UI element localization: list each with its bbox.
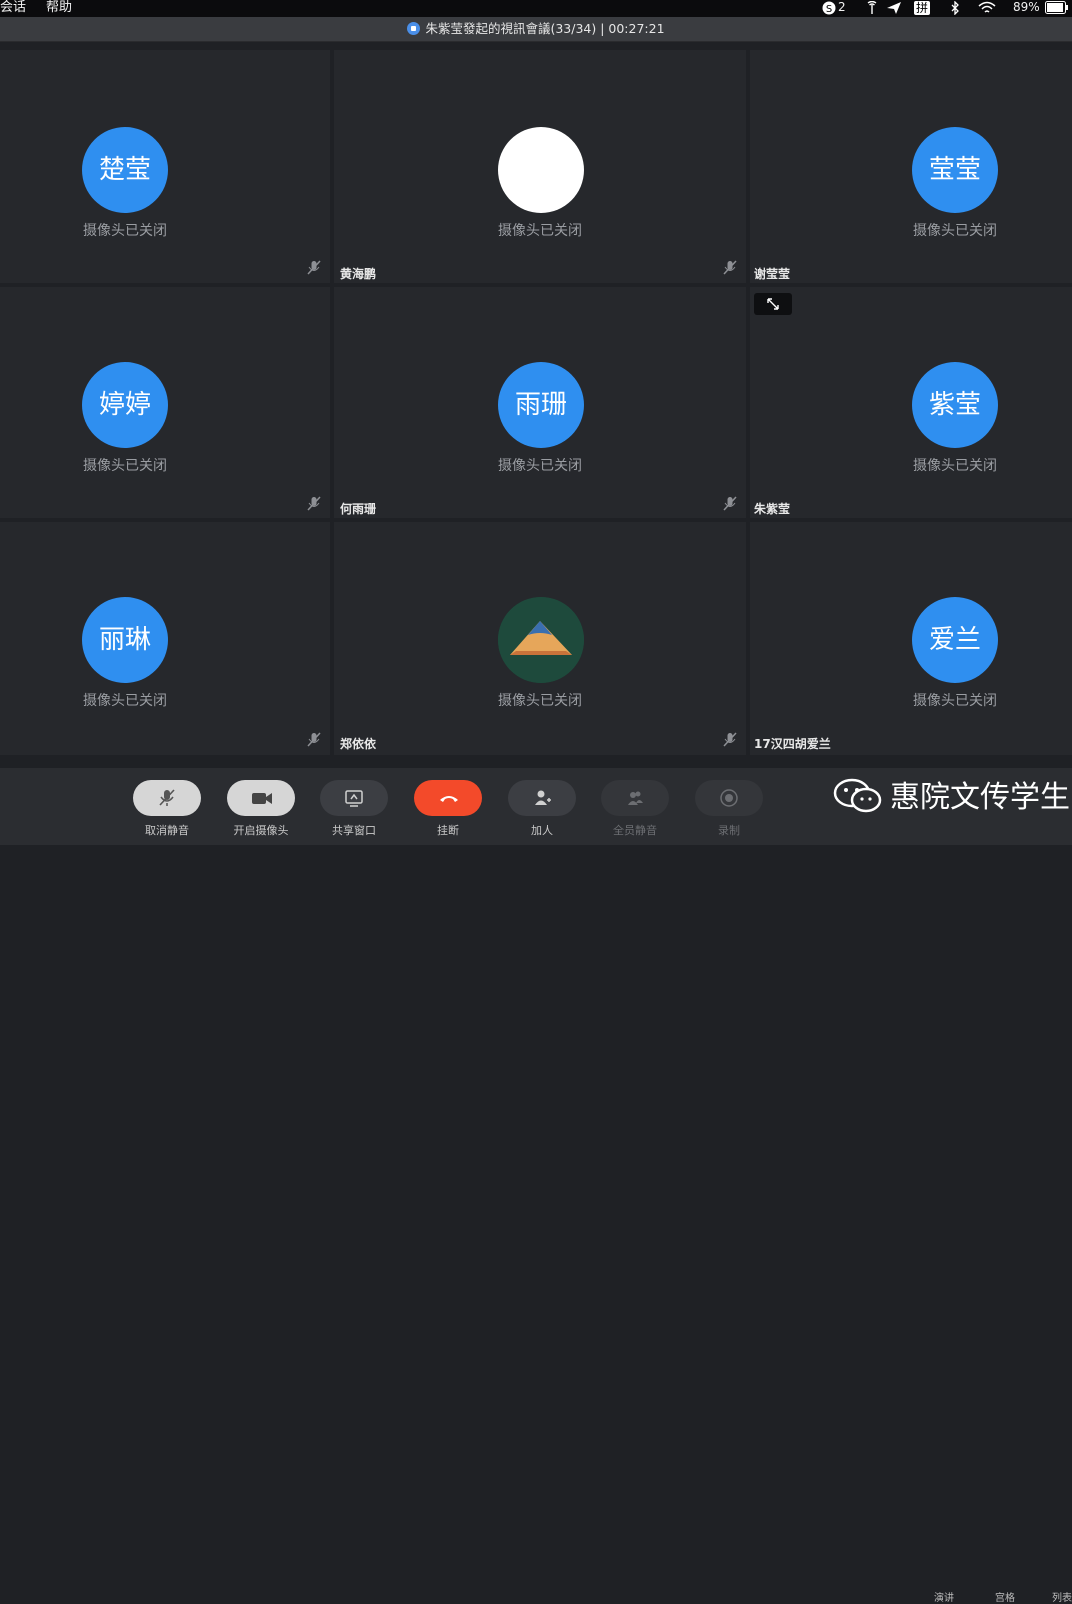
participant-tile[interactable]: 丽琳 摄像头已关闭	[0, 522, 330, 755]
participant-name: 谢莹莹	[754, 267, 791, 281]
menu-bar: 会话 帮助 S 2 拼 89%	[0, 0, 1072, 17]
camera-off-label: 摄像头已关闭	[83, 693, 167, 709]
wifi-icon[interactable]	[978, 1, 996, 15]
mic-muted-icon	[723, 732, 737, 747]
hang-up-label: 挂断	[437, 824, 459, 837]
avatar: 紫莹	[912, 362, 998, 448]
mic-muted-icon	[723, 260, 737, 275]
expand-button[interactable]	[754, 293, 792, 315]
camera-off-label: 摄像头已关闭	[913, 458, 997, 474]
mic-muted-icon	[723, 496, 737, 511]
window-title: 朱紫莹發起的視訊會議(33/34) | 00:27:21	[425, 21, 665, 36]
participant-grid: 楚莹 摄像头已关闭 摄像头已关闭 黄海鹏 莹莹 摄像头已关闭 谢莹莹 婷婷 摄像…	[0, 50, 1072, 755]
bluetooth-icon[interactable]	[950, 1, 960, 15]
watermark-text: 惠院文传学生	[890, 780, 1070, 815]
svg-text:S: S	[826, 4, 832, 15]
avatar: 莹莹	[912, 127, 998, 213]
camera-off-label: 摄像头已关闭	[83, 458, 167, 474]
notification-count: 2	[838, 0, 846, 14]
avatar: 雨珊	[498, 362, 584, 448]
battery-icon[interactable]	[1045, 1, 1069, 14]
avatar	[498, 127, 584, 213]
avatar: 楚莹	[82, 127, 168, 213]
phone-hangup-icon	[440, 796, 458, 802]
add-people-label: 加人	[531, 824, 553, 837]
participant-tile[interactable]: 婷婷 摄像头已关闭	[0, 287, 330, 518]
camera-off-label: 摄像头已关闭	[498, 458, 582, 474]
mute-all-icon	[628, 791, 643, 805]
window-title-bar: 朱紫莹發起的視訊會議(33/34) | 00:27:21	[0, 17, 1072, 42]
participant-tile[interactable]: 楚莹 摄像头已关闭	[0, 50, 330, 283]
camera-off-label: 摄像头已关闭	[913, 693, 997, 709]
wechat-icon	[833, 778, 882, 813]
battery-percent: 89%	[1013, 0, 1040, 14]
mic-muted-icon	[307, 496, 321, 511]
add-people-button[interactable]	[508, 780, 576, 816]
share-screen-icon	[345, 790, 363, 807]
unmute-label: 取消静音	[145, 824, 189, 837]
participant-name: 郑依依	[340, 737, 377, 751]
antenna-icon[interactable]	[865, 1, 879, 15]
record-label: 录制	[718, 824, 740, 837]
participant-tile[interactable]: 莹莹 摄像头已关闭 谢莹莹	[750, 50, 1072, 283]
camera-off-label: 摄像头已关闭	[498, 223, 582, 239]
record-button[interactable]	[695, 780, 763, 816]
hang-up-button[interactable]	[414, 780, 482, 816]
lock-icon	[407, 22, 421, 35]
avatar: 爱兰	[912, 597, 998, 683]
menu-item-help[interactable]: 帮助	[46, 0, 72, 15]
unmute-button[interactable]	[133, 780, 201, 816]
mic-muted-icon	[307, 260, 321, 275]
participant-name: 何雨珊	[340, 502, 377, 516]
record-icon	[720, 789, 738, 807]
input-method-indicator[interactable]: 拼	[914, 1, 931, 15]
avatar: 婷婷	[82, 362, 168, 448]
expand-icon	[767, 298, 779, 310]
participant-tile[interactable]: 摄像头已关闭 郑依依	[334, 522, 746, 755]
avatar: 丽琳	[82, 597, 168, 683]
participant-tile[interactable]: 雨珊 摄像头已关闭 何雨珊	[334, 287, 746, 518]
list-view-label[interactable]: 列表	[1052, 1589, 1072, 1604]
mic-muted-icon	[159, 789, 175, 806]
start-video-label: 开启摄像头	[233, 824, 289, 837]
presenter-view-label[interactable]: 演讲	[934, 1589, 954, 1604]
participant-tile[interactable]: 摄像头已关闭 黄海鹏	[334, 50, 746, 283]
camera-off-label: 摄像头已关闭	[498, 693, 582, 709]
send-icon[interactable]	[886, 1, 902, 15]
participant-name: 黄海鹏	[340, 267, 377, 281]
participant-name: 17汉四胡爱兰	[754, 737, 831, 751]
start-video-button[interactable]	[227, 780, 295, 816]
skype-icon[interactable]: S	[822, 1, 836, 15]
camera-off-label: 摄像头已关闭	[913, 223, 997, 239]
mute-all-label: 全员静音	[613, 824, 657, 837]
mic-muted-icon	[307, 732, 321, 747]
participant-name: 朱紫莹	[754, 502, 791, 516]
mountain-photo-icon	[498, 597, 584, 683]
mute-all-button[interactable]	[601, 780, 669, 816]
participant-tile[interactable]: 紫莹 摄像头已关闭 朱紫莹	[750, 287, 1072, 518]
avatar	[498, 597, 584, 683]
share-window-button[interactable]	[320, 780, 388, 816]
grid-view-label[interactable]: 宫格	[995, 1589, 1015, 1604]
participant-tile[interactable]: 爱兰 摄像头已关闭 17汉四胡爱兰	[750, 522, 1072, 755]
camera-off-label: 摄像头已关闭	[83, 223, 167, 239]
add-person-icon	[535, 790, 551, 805]
share-window-label: 共享窗口	[332, 824, 376, 837]
menu-item-conversation[interactable]: 会话	[0, 0, 26, 15]
camera-icon	[252, 793, 272, 804]
